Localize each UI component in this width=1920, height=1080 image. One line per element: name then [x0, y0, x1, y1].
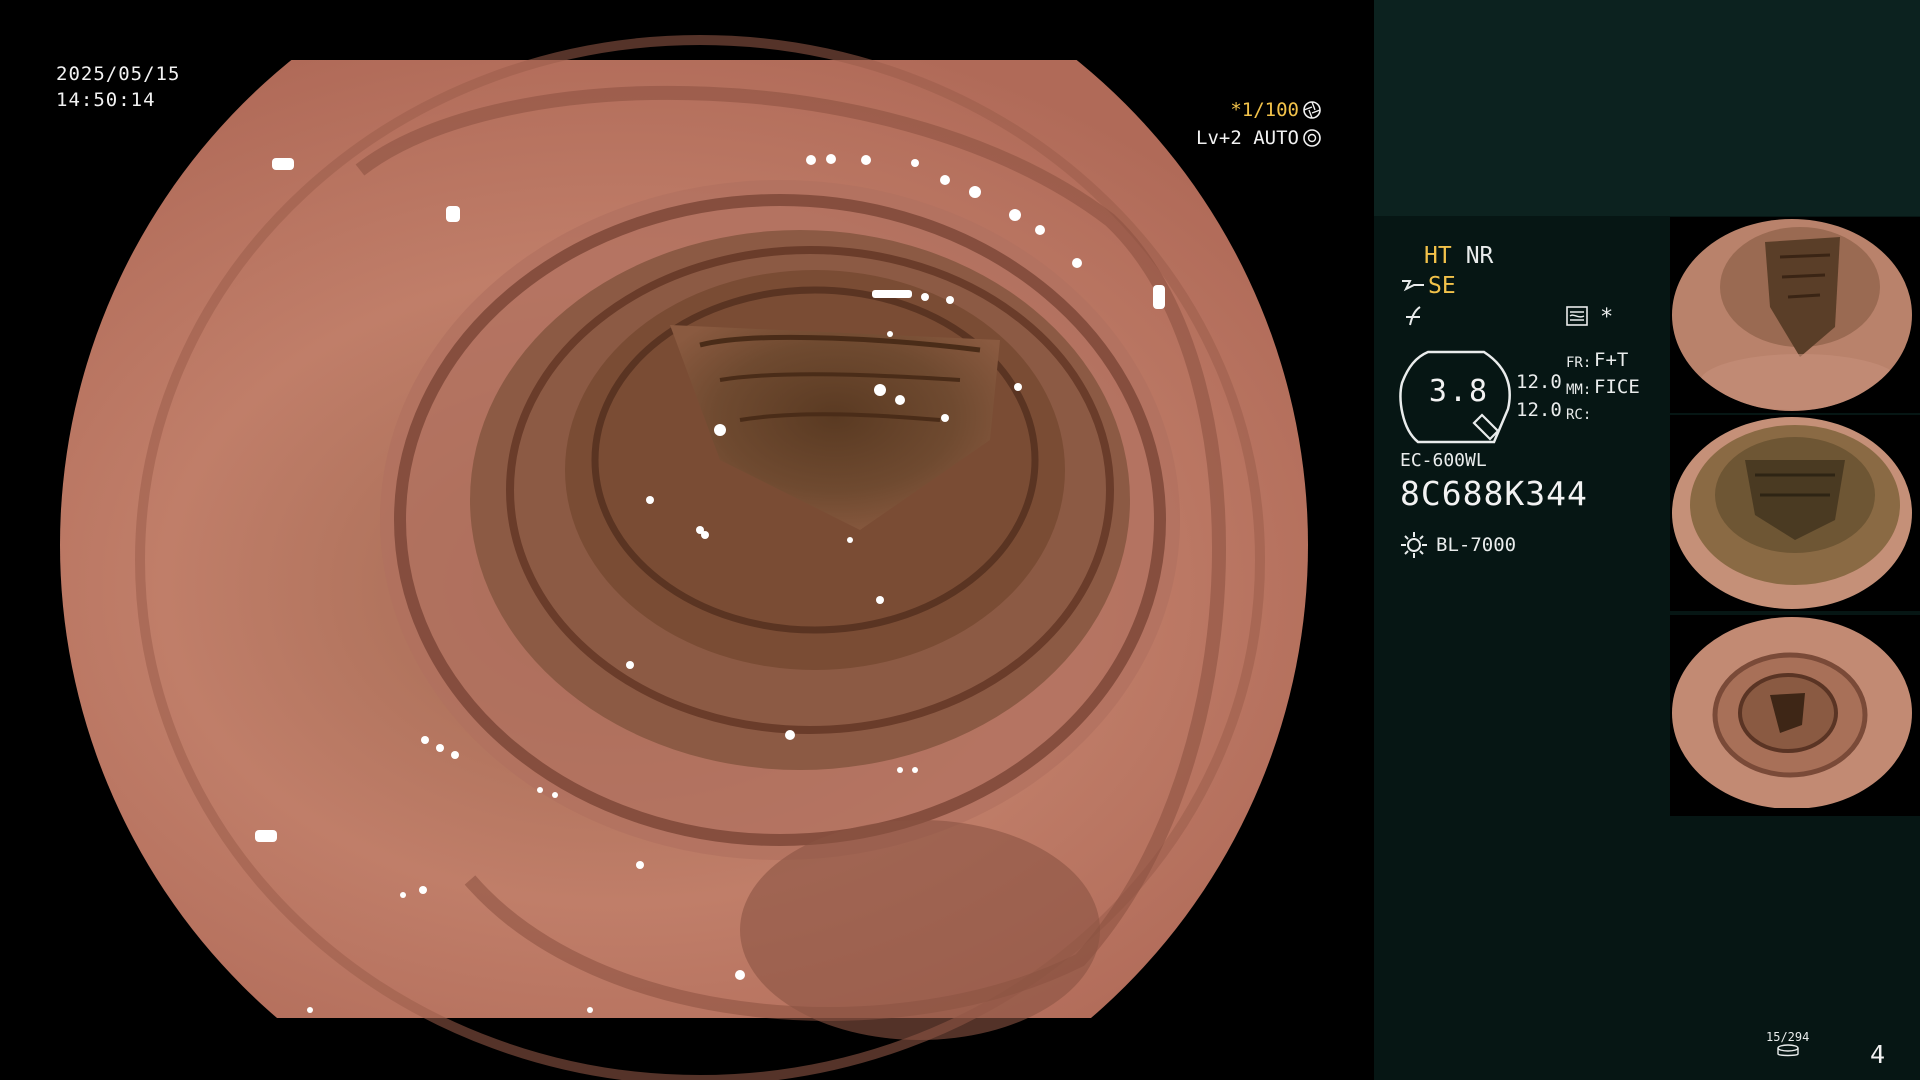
- storage-icon: [1776, 1044, 1799, 1057]
- thumbnail-image: [1672, 219, 1912, 411]
- level-indicator: Lv+2 AUTO: [1196, 127, 1322, 149]
- se-label: SE: [1428, 273, 1456, 299]
- mm-label: MM:: [1566, 382, 1592, 398]
- value-upper: 12.0: [1516, 371, 1562, 393]
- captured-thumbnail[interactable]: [1670, 615, 1920, 811]
- fr-label: FR:: [1566, 355, 1592, 371]
- counter-text: 15/294: [1766, 1030, 1810, 1044]
- exam-time: 14:50:14: [56, 89, 156, 111]
- iris-icon: [1303, 129, 1321, 147]
- enhance-mode-icon: [1402, 280, 1424, 292]
- shutter-value: *1/100: [1230, 99, 1299, 121]
- nr-indicator: NR: [1465, 243, 1494, 269]
- structure-enhancement: SE: [1400, 273, 1456, 299]
- value-lower: 12.0: [1516, 399, 1562, 421]
- endoscope-main-view: 2025/05/15 14:50:14 *1/100 Lv+2 AUTO: [0, 0, 1372, 1080]
- exam-date: 2025/05/15: [56, 63, 181, 85]
- thumbnail-strip-end: [1670, 808, 1920, 816]
- scope-serial: 8C688K344: [1400, 474, 1588, 513]
- info-panel: HT NR SE * 3.8 12.0 12.0 FR: F+T MM: FIC…: [1374, 0, 1920, 1080]
- endoscope-live-image: [60, 35, 1308, 1080]
- rc-label: RC:: [1566, 407, 1592, 423]
- captured-thumbnail[interactable]: [1670, 217, 1920, 413]
- scope-model: EC-600WL: [1400, 450, 1487, 471]
- processing-status: HT NR: [1424, 243, 1493, 269]
- panel-header-area: [1374, 0, 1920, 216]
- ht-indicator: HT: [1424, 243, 1452, 269]
- page-number: 4: [1870, 1040, 1886, 1069]
- mm-value: FICE: [1594, 376, 1640, 398]
- aperture-icon: [1303, 101, 1321, 119]
- fr-value: F+T: [1594, 349, 1629, 371]
- shutter-indicator: *1/100: [1230, 99, 1322, 121]
- captured-thumbnail[interactable]: [1670, 415, 1920, 611]
- thumbnail-image: [1672, 417, 1912, 609]
- gauge-value: 3.8: [1428, 374, 1490, 409]
- image-counter: 15/294: [1766, 1030, 1809, 1061]
- light-source-icon: [1401, 532, 1427, 558]
- tone-curve-icon: [1406, 306, 1421, 326]
- light-source: BL-7000: [1400, 531, 1516, 559]
- thumbnail-image: [1672, 617, 1912, 809]
- star-marker: *: [1600, 305, 1614, 330]
- level-value: Lv+2 AUTO: [1196, 127, 1299, 149]
- image-mode-icon: [1566, 306, 1588, 326]
- light-source-label: BL-7000: [1436, 534, 1517, 556]
